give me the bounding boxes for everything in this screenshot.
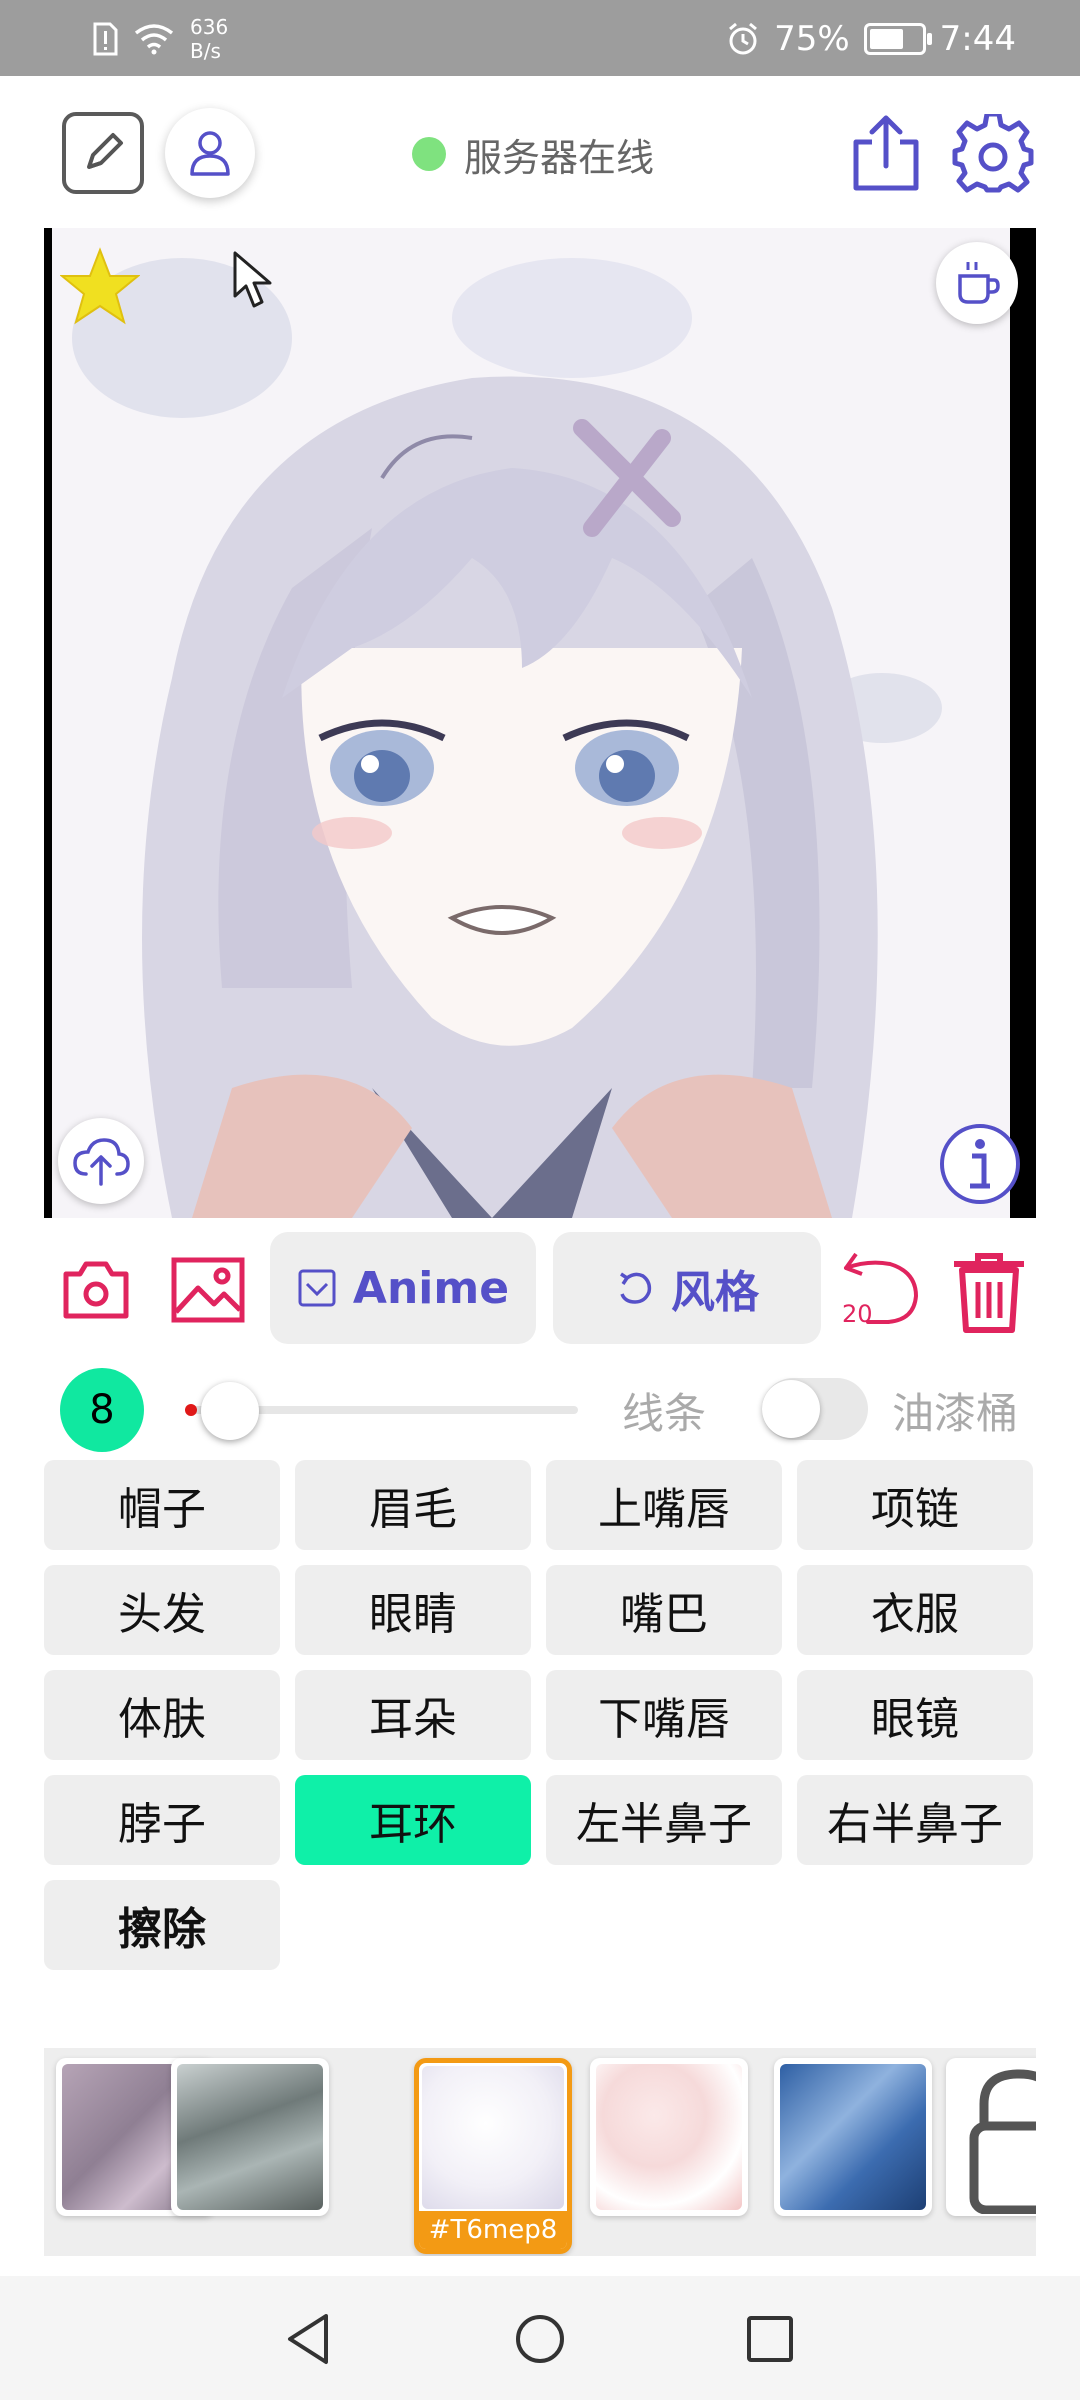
app-bar: 服务器在线 bbox=[0, 76, 1080, 226]
mouse-cursor-icon bbox=[233, 251, 272, 308]
face-part-button[interactable]: 项链 bbox=[797, 1460, 1033, 1550]
style-thumbnail[interactable] bbox=[774, 2058, 932, 2216]
home-icon[interactable] bbox=[511, 2310, 569, 2368]
locked-style-thumbnail[interactable] bbox=[946, 2058, 1036, 2216]
status-right: 75% 7:44 bbox=[726, 14, 1016, 64]
style-thumbnail[interactable] bbox=[590, 2058, 748, 2216]
coffee-button[interactable] bbox=[936, 242, 1018, 324]
refresh-icon bbox=[620, 1272, 652, 1304]
share-button[interactable] bbox=[846, 112, 926, 194]
server-status-label: 服务器在线 bbox=[464, 135, 655, 180]
lock-icon bbox=[969, 2069, 1036, 2214]
face-part-button[interactable]: 耳朵 bbox=[295, 1670, 531, 1760]
tool-row: Anime 风格 20 bbox=[0, 1232, 1080, 1348]
battery-percent: 75% bbox=[774, 19, 850, 59]
style-thumbnail-selected[interactable]: #T6mep8 bbox=[414, 2058, 572, 2254]
brush-size-badge: 8 bbox=[60, 1368, 144, 1452]
generated-image-canvas[interactable] bbox=[44, 228, 1036, 1218]
face-part-button[interactable]: 耳环 bbox=[295, 1775, 531, 1865]
info-icon[interactable] bbox=[938, 1122, 1022, 1206]
navigation-bar bbox=[0, 2276, 1080, 2400]
settings-button[interactable] bbox=[950, 112, 1036, 198]
style-thumbnail-strip[interactable]: #T6mep8 bbox=[44, 2048, 1036, 2256]
camera-icon[interactable] bbox=[60, 1254, 132, 1326]
style-label: 风格 bbox=[671, 1267, 759, 1318]
checkbox-icon bbox=[298, 1269, 336, 1307]
battery-icon bbox=[863, 23, 932, 55]
face-part-button[interactable]: 右半鼻子 bbox=[797, 1775, 1033, 1865]
brush-size-value: 8 bbox=[89, 1387, 115, 1433]
upload-button[interactable] bbox=[58, 1118, 144, 1204]
face-part-button[interactable]: 头发 bbox=[44, 1565, 280, 1655]
favorite-star-icon[interactable] bbox=[60, 246, 140, 326]
undo-count: 20 bbox=[842, 1300, 873, 1328]
gear-icon bbox=[952, 114, 1034, 193]
status-left: 636 B/s bbox=[92, 14, 228, 64]
server-status: 服务器在线 bbox=[412, 128, 654, 180]
clock: 7:44 bbox=[939, 19, 1016, 59]
slider-min-marker bbox=[185, 1404, 197, 1416]
edit-button[interactable] bbox=[62, 112, 144, 194]
wifi-icon bbox=[134, 24, 174, 55]
face-part-button[interactable]: 左半鼻子 bbox=[546, 1775, 782, 1865]
brush-size-slider-thumb[interactable] bbox=[201, 1382, 259, 1440]
network-speed: 636 B/s bbox=[190, 15, 228, 63]
anime-model-button[interactable]: Anime bbox=[270, 1232, 536, 1344]
style-button[interactable]: 风格 bbox=[553, 1232, 821, 1344]
alarm-icon bbox=[729, 22, 758, 55]
face-part-button[interactable]: 嘴巴 bbox=[546, 1565, 782, 1655]
face-part-grid: 帽子 眉毛 上嘴唇 项链头发 眼睛 嘴巴 衣服体肤 耳朵 下嘴唇 眼镜脖子 耳环 左半鼻子 右半鼻子擦除 bbox=[44, 1460, 1036, 1970]
face-part-button[interactable]: 眼睛 bbox=[295, 1565, 531, 1655]
user-button[interactable] bbox=[165, 108, 255, 198]
line-mode-label: 线条 bbox=[622, 1389, 707, 1438]
anime-portrait-image bbox=[52, 228, 1010, 1218]
style-thumbnail[interactable] bbox=[171, 2058, 329, 2216]
cloud-upload-icon bbox=[73, 1138, 130, 1186]
share-upload-icon bbox=[853, 115, 919, 191]
paint-bucket-toggle[interactable] bbox=[762, 1378, 868, 1440]
face-part-button[interactable]: 上嘴唇 bbox=[546, 1460, 782, 1550]
network-speed-value: 636 bbox=[190, 15, 229, 39]
brush-row: 8 线条 油漆桶 bbox=[0, 1366, 1080, 1456]
gallery-image-icon[interactable] bbox=[170, 1254, 246, 1326]
face-part-button[interactable]: 帽子 bbox=[44, 1460, 280, 1550]
face-part-button[interactable]: 衣服 bbox=[797, 1565, 1033, 1655]
face-part-button[interactable]: 眉毛 bbox=[295, 1460, 531, 1550]
face-part-button[interactable]: 眼镜 bbox=[797, 1670, 1033, 1760]
face-part-button[interactable]: 擦除 bbox=[44, 1880, 280, 1970]
anime-model-label: Anime bbox=[352, 1262, 510, 1314]
trash-icon[interactable] bbox=[950, 1250, 1028, 1334]
paint-bucket-label: 油漆桶 bbox=[892, 1389, 1019, 1438]
network-speed-unit: B/s bbox=[190, 39, 221, 63]
style-tag: #T6mep8 bbox=[419, 2211, 567, 2249]
status-bar: 636 B/s 75% 7:44 bbox=[0, 0, 1080, 76]
pen-edit-icon bbox=[87, 133, 123, 169]
recents-icon[interactable] bbox=[741, 2310, 799, 2368]
face-part-button[interactable]: 脖子 bbox=[44, 1775, 280, 1865]
server-online-dot bbox=[412, 137, 446, 171]
face-part-button[interactable]: 下嘴唇 bbox=[546, 1670, 782, 1760]
sim-alert-icon bbox=[93, 22, 118, 56]
toggle-knob bbox=[762, 1380, 820, 1438]
user-icon bbox=[190, 131, 230, 176]
coffee-cup-icon bbox=[958, 262, 1000, 304]
face-part-button[interactable]: 体肤 bbox=[44, 1670, 280, 1760]
back-icon[interactable] bbox=[280, 2310, 338, 2368]
